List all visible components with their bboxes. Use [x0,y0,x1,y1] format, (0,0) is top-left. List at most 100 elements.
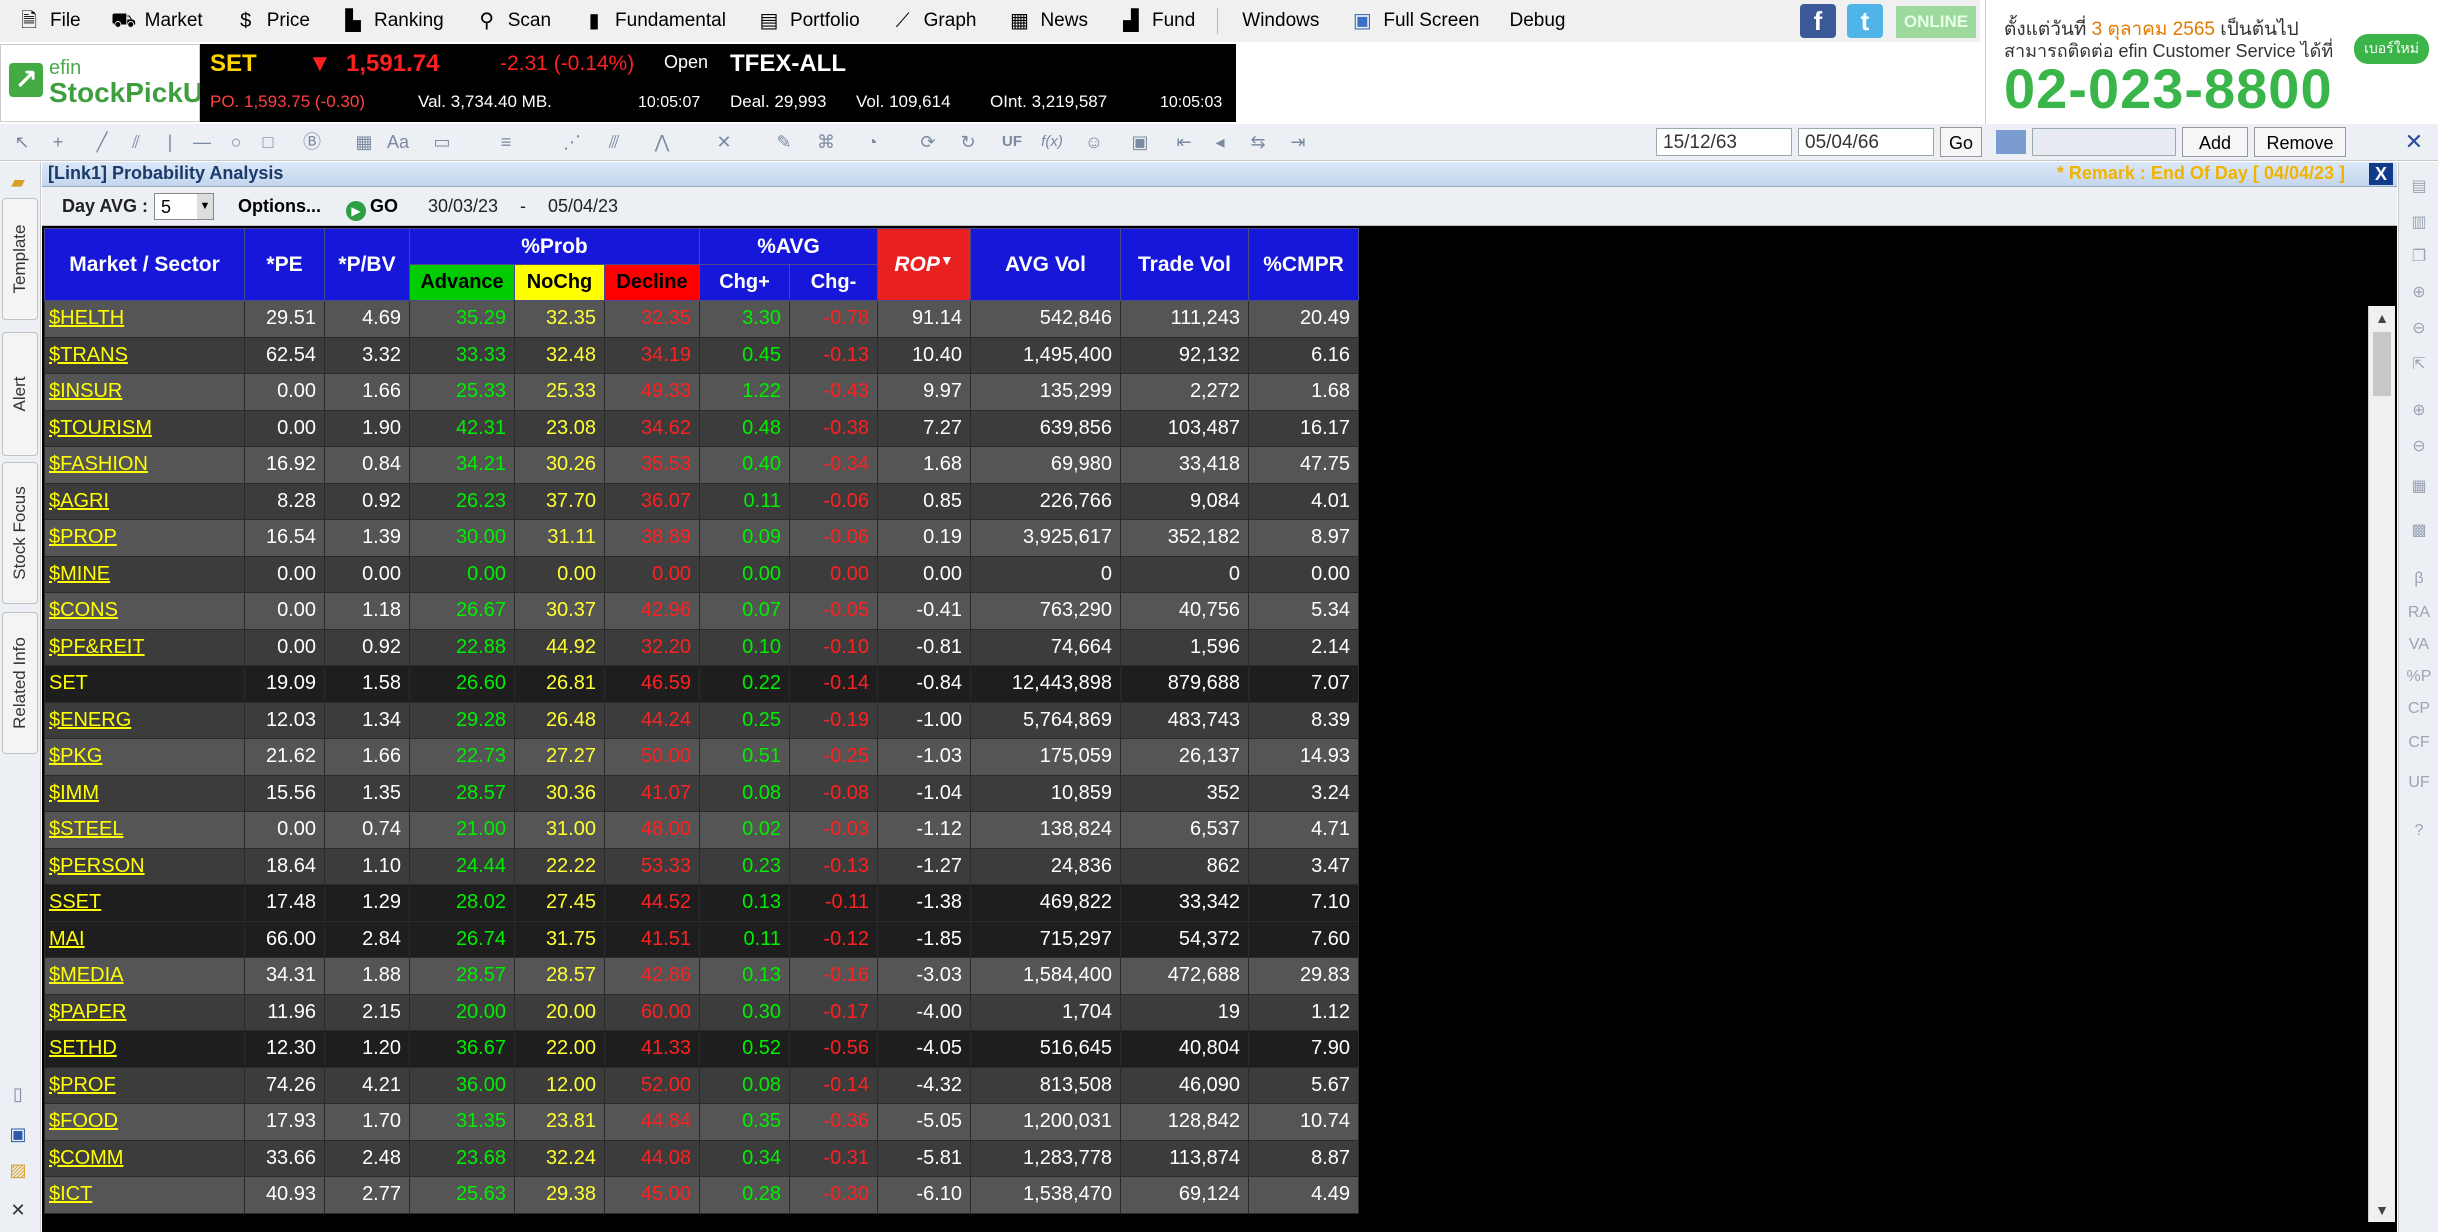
symbol-select[interactable] [2032,128,2176,156]
col-rop[interactable]: ROP▼ [877,228,971,301]
table-row[interactable]: $ICT 40.93 2.77 25.63 29.38 45.00 0.28 -0.30 -6.… [44,1176,1359,1214]
magnet-tool-icon[interactable]: ⌘ [814,130,838,154]
table-row[interactable]: $IMM 15.56 1.35 28.57 30.36 41.07 0.08 -0.08 -1.… [44,774,1359,812]
symbol-link[interactable]: $MINE [44,555,245,593]
panel-close-button[interactable]: X [2369,163,2393,185]
circle-tool-icon[interactable]: ○ [224,130,248,154]
menu-graph[interactable]: ⟋ Graph [874,0,991,42]
remove-tool-icon[interactable]: ⊖ [2404,318,2434,338]
table-row[interactable]: $TOURISM 0.00 1.90 42.31 23.08 34.62 0.48 -0.38… [44,409,1359,447]
symbol-link[interactable]: $IMM [44,774,245,812]
parallel-line-tool-icon[interactable]: ⫽ [124,130,148,154]
menu-fund[interactable]: ▟ Fund [1102,0,1209,42]
table-row[interactable]: SET 19.09 1.58 26.60 26.81 46.59 0.22 -0.14 -0.8… [44,665,1359,703]
symbol-link[interactable]: $ICT [44,1176,245,1214]
col-market-sector[interactable]: Market / Sector [44,228,245,301]
zoom-out-icon[interactable]: ⊖ [2404,436,2434,456]
window-tool-icon[interactable]: ▣ [1128,130,1152,154]
user-tool-icon[interactable]: ☺ [1082,130,1106,154]
symbol-link[interactable]: $PKG [44,738,245,776]
symbol-link[interactable]: $PROF [44,1066,245,1104]
tab-alert[interactable]: Alert [2,332,38,456]
add-button[interactable]: Add [2182,127,2248,157]
panel-tool-icon[interactable]: ▤ [2404,176,2434,196]
table-row[interactable]: $HELTH 29.51 4.69 35.29 32.35 32.35 3.30 -0.78 9… [44,300,1359,338]
pointer-tool-icon[interactable]: ↖ [10,130,34,154]
table-row[interactable]: $PF&REIT 0.00 0.92 22.88 44.92 32.20 0.10 -0.10… [44,628,1359,666]
cycle-tool-icon[interactable]: ↻ [956,130,980,154]
facebook-icon[interactable]: f [1800,4,1836,38]
zoom-in-icon[interactable]: ⊕ [2404,400,2434,420]
menu-portfolio[interactable]: ▤ Portfolio [740,0,874,42]
va-tool-icon[interactable]: VA [2404,636,2434,654]
col-pe[interactable]: *PE [244,228,325,301]
table-row[interactable]: $PROP 16.54 1.39 30.00 31.11 38.89 0.09 -0.06 0.… [44,519,1359,557]
table-row[interactable]: $PROF 74.26 4.21 36.00 12.00 52.00 0.08 -0.14 -4… [44,1066,1359,1104]
save-icon[interactable]: ▣ [6,1122,30,1146]
chart-date-to-input[interactable]: 05/04/66 [1798,128,1934,156]
table-row[interactable]: $MEDIA 34.31 1.88 28.57 28.57 42.86 0.13 -0.16-… [44,957,1359,995]
menu-market[interactable]: ⛟ Market [95,0,217,42]
symbol-link[interactable]: $CONS [44,592,245,630]
options-button[interactable]: Options... [228,193,331,220]
col-avg-vol[interactable]: AVG Vol [970,228,1121,301]
table-row[interactable]: $PERSON 18.64 1.10 24.44 22.22 53.33 0.23 -0.13… [44,847,1359,885]
calculator-tool-icon[interactable]: ▦ [352,130,376,154]
layout-tool-icon[interactable]: ▥ [2404,212,2434,232]
menu-news[interactable]: ▦ News [990,0,1102,42]
symbol-link[interactable]: SET [44,665,245,703]
rectangle-tool-icon[interactable]: □ [256,130,280,154]
col-nochg[interactable]: NoChg [514,264,605,301]
scale-tool-icon[interactable]: ⇱ [2404,354,2434,374]
help-icon[interactable]: ? [2404,822,2434,840]
table-row[interactable]: $INSUR 0.00 1.66 25.33 25.33 49.33 1.22 -0.43 9.… [44,373,1359,411]
trendline-tool-icon[interactable]: ╱ [90,130,114,154]
symbol-link[interactable]: $INSUR [44,373,245,411]
col-chg-minus[interactable]: Chg- [789,264,878,301]
table-row[interactable]: $ENERG 12.03 1.34 29.28 26.48 44.24 0.25 -0.19-… [44,701,1359,739]
table-row[interactable]: $FASHION 16.92 0.84 34.21 30.26 35.53 0.40 -0.3… [44,446,1359,484]
text-tool-icon[interactable]: Aa [386,130,410,154]
delete-drawing-icon[interactable]: ✕ [712,130,736,154]
symbol-link[interactable]: $PROP [44,519,245,557]
table-row[interactable]: $PKG 21.62 1.66 22.73 27.27 50.00 0.51 -0.25 -1.… [44,738,1359,776]
channel-tool-icon[interactable]: ⫻ [602,130,626,154]
cf-tool-icon[interactable]: CF [2404,734,2434,752]
table-row[interactable]: $MINE 0.00 0.00 0.00 0.00 0.00 0.00 0.00 0.00 0 0 0… [44,555,1359,593]
beta-tool-icon[interactable]: β [2404,570,2434,588]
function-tool-icon[interactable]: f(x) [1040,130,1064,154]
menu-fundamental[interactable]: ▮ Fundamental [565,0,740,42]
chart-date-from-input[interactable]: 15/12/63 [1656,128,1792,156]
table-row[interactable]: $PAPER 11.96 2.15 20.00 20.00 60.00 0.30 -0.17-… [44,993,1359,1031]
col-decline[interactable]: Decline [604,264,700,301]
tab-template[interactable]: Template [2,198,38,320]
copy-tool-icon[interactable]: ❐ [2404,246,2434,266]
gann-tool-icon[interactable]: ⋰ [560,130,584,154]
new-document-icon[interactable]: ▯ [6,1082,30,1106]
table-row[interactable]: $COMM 33.66 2.48 23.68 32.24 44.08 0.34 -0.31 -5… [44,1139,1359,1177]
go-button[interactable]: ▶ GO [338,193,406,221]
col-trade-vol[interactable]: Trade Vol [1120,228,1249,301]
symbol-link[interactable]: $AGRI [44,482,245,520]
col-pbv[interactable]: *P/BV [324,228,410,301]
symbol-link[interactable]: $TOURISM [44,409,245,447]
symbol-link[interactable]: MAI [44,920,245,958]
tab-related-info[interactable]: Related Info [2,612,38,754]
chart-go-button[interactable]: Go [1940,127,1982,157]
menu-debug[interactable]: Debug [1493,0,1579,42]
prev-icon[interactable]: ◂ [1208,130,1232,154]
horizontal-line-tool-icon[interactable]: — [190,130,214,154]
fibonacci-tool-icon[interactable]: Ⓑ [300,130,324,154]
grid-tool-icon[interactable]: ▦ [2404,476,2434,496]
crosshair-tool-icon[interactable]: + [46,130,70,154]
vertical-scrollbar[interactable]: ▲ ▼ [2368,306,2395,1222]
symbol-link[interactable]: $FOOD [44,1103,245,1141]
open-icon[interactable]: ▨ [6,1158,30,1182]
chart-tool-icon[interactable]: ▩ [2404,520,2434,540]
tfex-name[interactable]: TFEX-ALL [730,50,846,78]
table-row[interactable]: $TRANS 62.54 3.32 33.33 32.48 34.19 0.45 -0.13 1… [44,336,1359,374]
cp-tool-icon[interactable]: CP [2404,700,2434,718]
menu-file[interactable]: 🗎 File [0,0,95,42]
refresh-tool-icon[interactable]: ⟳ [916,130,940,154]
set-name[interactable]: SET [210,50,257,78]
